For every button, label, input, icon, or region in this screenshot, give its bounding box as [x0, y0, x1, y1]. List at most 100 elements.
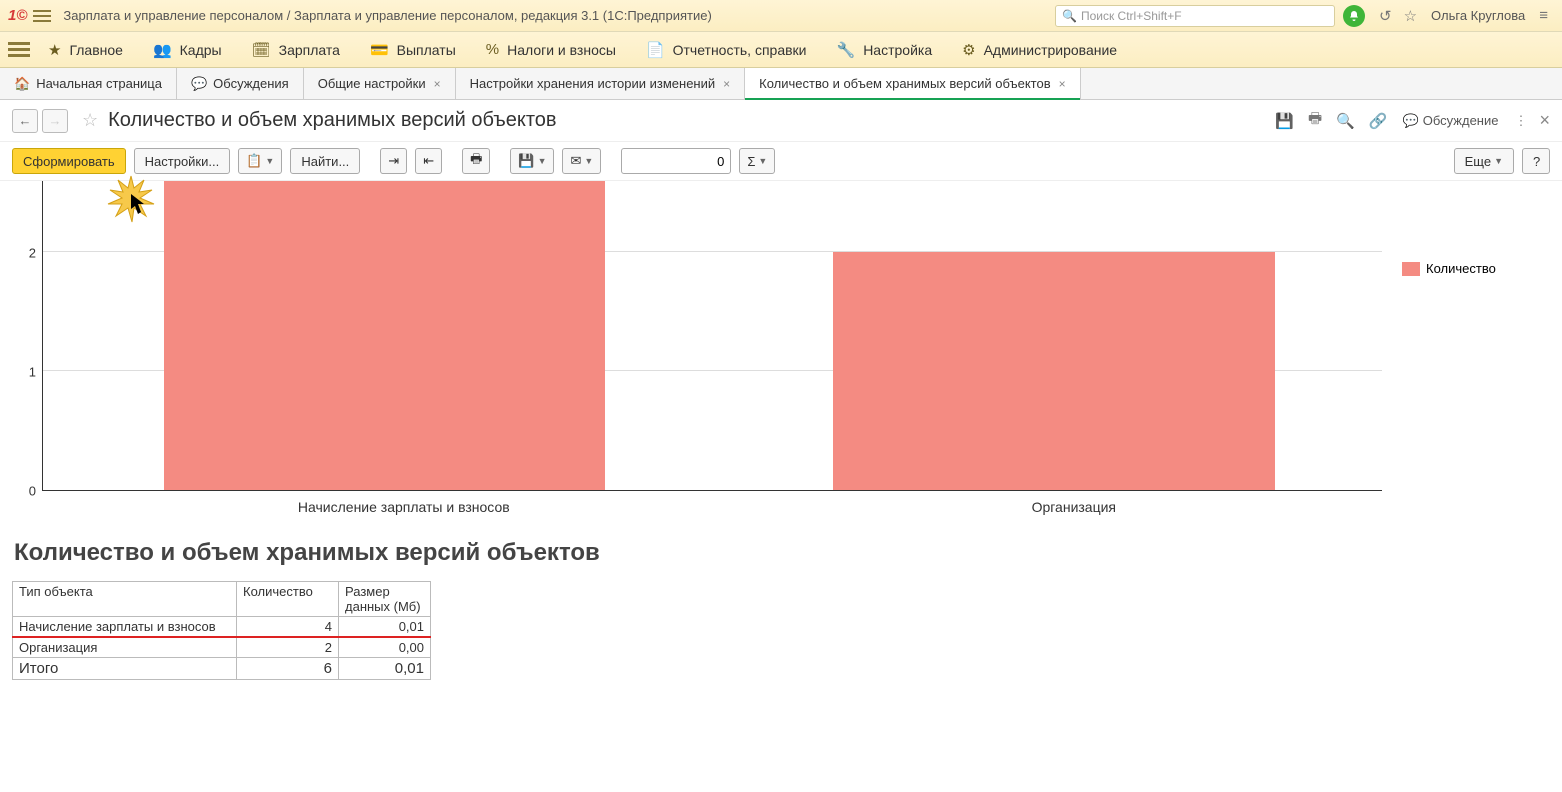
people-icon: 👥: [153, 41, 172, 59]
x-axis: Начисление зарплаты и взносов Организаци…: [42, 495, 1382, 521]
search-placeholder: Поиск Ctrl+Shift+F: [1081, 9, 1182, 23]
percent-icon: %: [486, 41, 499, 58]
menu-main[interactable]: ★Главное: [48, 41, 123, 59]
user-name[interactable]: Ольга Круглова: [1431, 8, 1525, 23]
chevron-down-icon: ▼: [265, 156, 274, 166]
y-axis: 0 1 2: [12, 181, 42, 491]
chevron-down-icon: ▼: [584, 156, 593, 166]
chart-container: 0 1 2 Начисление зарплаты и взносов Орга…: [12, 181, 1550, 521]
number-input[interactable]: [621, 148, 731, 174]
save-icon[interactable]: 💾: [1275, 112, 1294, 130]
tab-versions-report[interactable]: Количество и объем хранимых версий объек…: [745, 68, 1081, 99]
report-table: Тип объекта Количество Размер данных (Мб…: [12, 581, 431, 680]
sigma-icon: Σ: [747, 154, 755, 169]
find-button[interactable]: Найти...: [290, 148, 360, 174]
window-menu-icon[interactable]: ≡: [1539, 7, 1548, 24]
menu-nastroyka[interactable]: 🔧Настройка: [837, 41, 933, 59]
menu-admin[interactable]: ⚙Администрирование: [962, 41, 1117, 59]
home-icon: 🏠: [14, 76, 30, 92]
x-label: Начисление зарплаты и взносов: [298, 499, 510, 515]
report-area[interactable]: 0 1 2 Начисление зарплаты и взносов Орга…: [0, 181, 1562, 781]
table-row[interactable]: Начисление зарплаты и взносов 4 0,01: [13, 617, 431, 638]
notifications-icon[interactable]: [1343, 5, 1365, 27]
search-icon: 🔍: [1062, 9, 1077, 23]
menu-zarplata[interactable]: 🗓Зарплата: [252, 41, 340, 59]
menu-nalogi[interactable]: %Налоги и взносы: [486, 41, 616, 58]
table-row[interactable]: Организация 2 0,00: [13, 637, 431, 658]
nav-back-button[interactable]: ←: [12, 109, 38, 133]
sum-button[interactable]: Σ▼: [739, 148, 775, 174]
bar-0: [164, 181, 606, 490]
save-button[interactable]: 💾▼: [510, 148, 554, 174]
settings-button[interactable]: Настройки...: [134, 148, 231, 174]
send-button[interactable]: ✉▼: [562, 148, 601, 174]
menu-vyplaty[interactable]: 💳Выплаты: [370, 41, 456, 59]
report-title: Количество и объем хранимых версий объек…: [14, 539, 1550, 567]
close-icon[interactable]: ×: [723, 77, 730, 91]
y-tick: 1: [29, 364, 36, 379]
print-button[interactable]: 🖶: [462, 148, 490, 174]
nav-forward-button[interactable]: →: [42, 109, 68, 133]
tabs-bar: 🏠Начальная страница 💬Обсуждения Общие на…: [0, 68, 1562, 100]
wrench-icon: 🔧: [837, 41, 856, 59]
page-header: ← → ☆ Количество и объем хранимых версий…: [0, 100, 1562, 142]
more-menu-icon[interactable]: ⋮: [1514, 113, 1527, 129]
history-icon[interactable]: ↺: [1379, 7, 1392, 25]
main-menu: ★Главное 👥Кадры 🗓Зарплата 💳Выплаты %Нало…: [0, 32, 1562, 68]
bar-1: [833, 252, 1275, 490]
more-button[interactable]: Еще ▼: [1454, 148, 1514, 174]
tab-general-settings[interactable]: Общие настройки×: [304, 68, 456, 99]
preview-icon[interactable]: 🔍: [1336, 112, 1355, 130]
mail-icon: ✉: [570, 153, 581, 169]
chat-icon: 💬: [1403, 113, 1419, 129]
menu-kadry[interactable]: 👥Кадры: [153, 41, 222, 59]
document-icon: 📄: [646, 41, 665, 59]
close-icon[interactable]: ×: [1059, 77, 1066, 91]
discuss-button[interactable]: 💬Обсуждение: [1403, 113, 1499, 129]
print-icon[interactable]: 🖶: [1308, 108, 1322, 133]
y-tick: 0: [29, 484, 36, 499]
calculator-icon: 🗓: [252, 41, 271, 59]
help-button[interactable]: ?: [1522, 148, 1550, 174]
global-search-input[interactable]: 🔍 Поиск Ctrl+Shift+F: [1055, 5, 1335, 27]
expand-button[interactable]: ⇥: [380, 148, 407, 174]
report-toolbar: Сформировать Настройки... 📋▼ Найти... ⇥ …: [0, 142, 1562, 181]
title-bar: 1© Зарплата и управление персоналом / За…: [0, 0, 1562, 32]
collapse-icon: ⇤: [423, 153, 434, 169]
legend-label: Количество: [1426, 261, 1496, 276]
gear-icon: ⚙: [962, 41, 975, 59]
logo-1c: 1©: [8, 7, 27, 24]
generate-button[interactable]: Сформировать: [12, 148, 126, 174]
favorite-icon[interactable]: ☆: [1404, 7, 1417, 25]
star-icon: ★: [48, 41, 61, 59]
chart-legend: Количество: [1402, 261, 1496, 276]
wallet-icon: 💳: [370, 41, 389, 59]
legend-swatch: [1402, 262, 1420, 276]
app-menu-icon[interactable]: [33, 10, 51, 22]
collapse-button[interactable]: ⇤: [415, 148, 442, 174]
app-title: Зарплата и управление персоналом / Зарпл…: [63, 8, 711, 23]
favorite-toggle-icon[interactable]: ☆: [82, 110, 98, 131]
tab-home[interactable]: 🏠Начальная страница: [0, 68, 177, 99]
table-header-row: Тип объекта Количество Размер данных (Мб…: [13, 582, 431, 617]
col-header: Количество: [237, 582, 339, 617]
print-icon: 🖶: [470, 150, 482, 172]
chevron-down-icon: ▼: [1494, 156, 1503, 166]
chevron-down-icon: ▼: [538, 156, 547, 166]
save-icon: 💾: [518, 153, 534, 169]
col-header: Размер данных (Мб): [339, 582, 431, 617]
chart: 0 1 2 Начисление зарплаты и взносов Орга…: [12, 181, 1382, 521]
expand-icon: ⇥: [388, 153, 399, 169]
close-icon[interactable]: ×: [434, 77, 441, 91]
variants-button[interactable]: 📋▼: [238, 148, 282, 174]
tab-history-settings[interactable]: Настройки хранения истории изменений×: [456, 68, 746, 99]
page-title: Количество и объем хранимых версий объек…: [108, 109, 556, 132]
tab-discussions[interactable]: 💬Обсуждения: [177, 68, 304, 99]
menu-otchetnost[interactable]: 📄Отчетность, справки: [646, 41, 807, 59]
close-page-icon[interactable]: ×: [1539, 110, 1550, 131]
x-label: Организация: [1032, 499, 1116, 515]
chat-icon: 💬: [191, 76, 207, 92]
table-total-row: Итого 6 0,01: [13, 658, 431, 680]
link-icon[interactable]: 🔗: [1369, 112, 1388, 130]
sections-menu-icon[interactable]: [8, 42, 30, 57]
